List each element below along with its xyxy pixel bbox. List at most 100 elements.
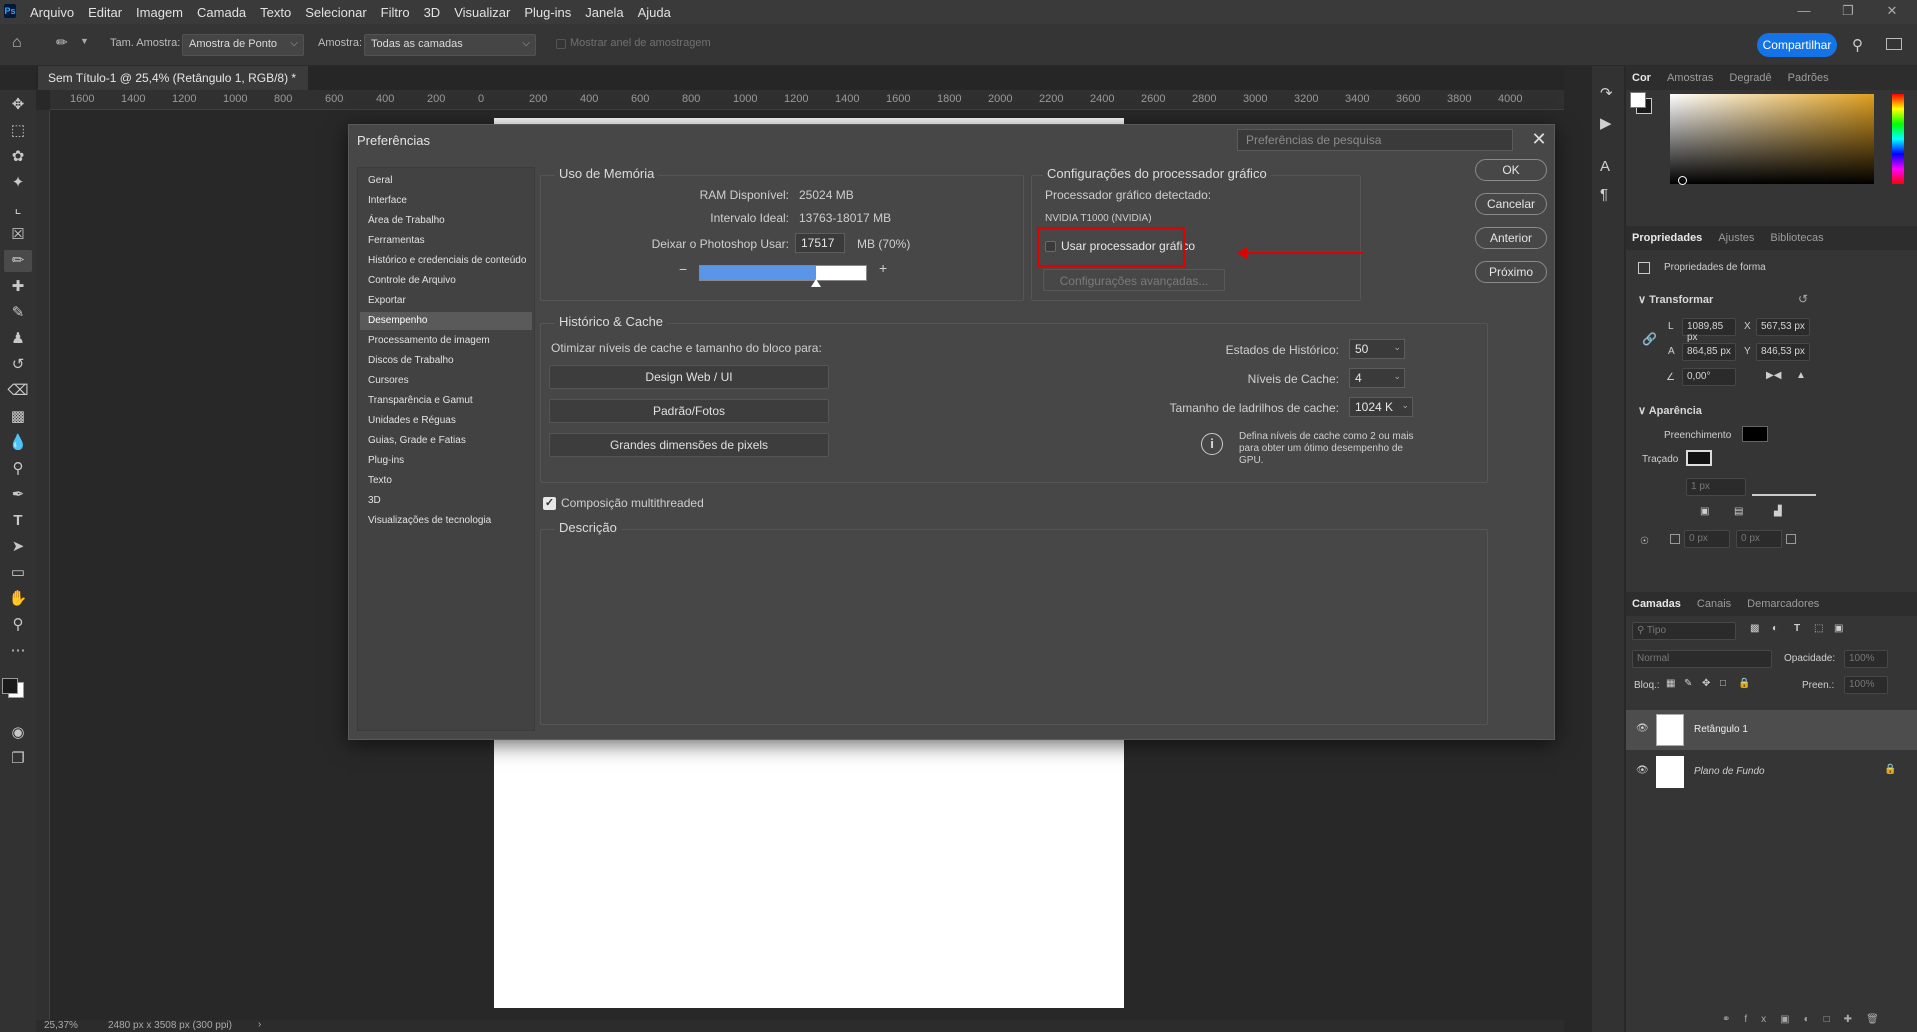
large-pixel-dimensions-button[interactable]: Grandes dimensões de pixels — [549, 433, 829, 457]
menu-filtro[interactable]: Filtro — [381, 5, 410, 20]
lock-position-icon[interactable]: ✥ — [1702, 678, 1710, 689]
actions-panel-icon[interactable]: ▶ — [1600, 114, 1612, 132]
lock-transparency-icon[interactable]: ▦ — [1666, 678, 1675, 689]
menu-janela[interactable]: Janela — [585, 5, 623, 20]
eyedropper-tool-icon[interactable]: ✏ — [4, 250, 32, 272]
blend-mode-select[interactable]: Normal — [1632, 650, 1772, 668]
sample-size-select[interactable]: Amostra de Ponto ⌵ — [182, 34, 304, 56]
y-field[interactable]: 846,53 px — [1756, 343, 1810, 361]
category-item[interactable]: Guias, Grade e Fatias — [360, 432, 532, 450]
menu-camada[interactable]: Camada — [197, 5, 246, 20]
color-picker-ring[interactable] — [1678, 176, 1687, 185]
menu-arquivo[interactable]: Arquivo — [30, 5, 74, 20]
color-field[interactable] — [1670, 94, 1874, 184]
next-button[interactable]: Próximo — [1475, 261, 1547, 283]
brush-tool-icon[interactable]: ✎ — [4, 302, 32, 324]
lock-pixels-icon[interactable]: ✎ — [1684, 678, 1692, 689]
fill-swatch[interactable] — [1742, 426, 1768, 442]
filter-shape-icon[interactable]: ⬚ — [1814, 623, 1823, 634]
screen-mode-icon[interactable]: ❐ — [4, 748, 32, 770]
category-item[interactable]: Ferramentas — [360, 232, 532, 250]
memory-slider-track[interactable] — [699, 265, 867, 281]
move-tool-icon[interactable]: ✥ — [4, 94, 32, 116]
document-tab[interactable]: Sem Título-1 @ 25,4% (Retângulo 1, RGB/8… — [38, 66, 308, 109]
stroke-swatch[interactable] — [1686, 450, 1712, 466]
fill-opacity-field[interactable]: 100% — [1844, 676, 1888, 694]
eyedropper-tool-icon[interactable]: ✏ — [56, 34, 68, 51]
layer-filter-input[interactable]: ⚲ Tipo — [1632, 622, 1736, 640]
hand-tool-icon[interactable]: ✋ — [4, 588, 32, 610]
show-ring-checkbox[interactable] — [556, 39, 566, 49]
character-panel-icon[interactable]: A — [1600, 158, 1610, 175]
hue-slider[interactable] — [1892, 94, 1904, 184]
rectangle-tool-icon[interactable]: ▭ — [4, 562, 32, 584]
gradient-tool-icon[interactable]: ▩ — [4, 406, 32, 428]
menu-plugins[interactable]: Plug-ins — [524, 5, 571, 20]
align-stroke-icon[interactable]: ▣ — [1700, 506, 1709, 517]
stroke-size-field[interactable]: 1 px — [1686, 478, 1746, 496]
memory-use-input[interactable]: 17517 — [795, 233, 845, 253]
flip-vertical-icon[interactable]: ▲ — [1796, 370, 1806, 381]
layer-name[interactable]: Retângulo 1 — [1694, 724, 1748, 735]
height-field[interactable]: 864,85 px — [1682, 343, 1736, 361]
menu-ajuda[interactable]: Ajuda — [638, 5, 671, 20]
category-item[interactable]: Controle de Arquivo — [360, 272, 532, 290]
eraser-tool-icon[interactable]: ⌫ — [4, 380, 32, 402]
tool-preset-chevron-icon[interactable]: ▼ — [80, 36, 89, 46]
category-item[interactable]: Histórico e credenciais de conteúdo — [360, 252, 532, 270]
stroke-corners-icon[interactable]: ▟ — [1774, 506, 1782, 517]
category-item[interactable]: Discos de Trabalho — [360, 352, 532, 370]
home-icon[interactable]: ⌂ — [12, 34, 22, 52]
filter-smart-icon[interactable]: ▣ — [1834, 623, 1843, 634]
tab-adjustments[interactable]: Ajustes — [1718, 232, 1754, 244]
tab-libraries[interactable]: Bibliotecas — [1770, 232, 1823, 244]
increase-memory-icon[interactable]: + — [879, 260, 887, 276]
close-window-icon[interactable]: ✕ — [1872, 0, 1912, 24]
document-info[interactable]: 2480 px x 3508 px (300 ppi) — [108, 1020, 232, 1031]
lasso-tool-icon[interactable]: ✿ — [4, 146, 32, 168]
quick-mask-icon[interactable]: ◉ — [4, 722, 32, 744]
crop-tool-icon[interactable]: ⌞ — [4, 198, 32, 220]
status-chevron-icon[interactable]: › — [258, 1019, 261, 1030]
category-item[interactable]: 3D — [360, 492, 532, 510]
design-web-ui-button[interactable]: Design Web / UI — [549, 365, 829, 389]
category-item[interactable]: Área de Trabalho — [360, 212, 532, 230]
filter-type-icon[interactable]: T — [1794, 623, 1800, 634]
flip-horizontal-icon[interactable]: ▶◀ — [1766, 370, 1781, 381]
restore-icon[interactable]: ❐ — [1828, 0, 1868, 24]
layer-row[interactable]: 👁 Retângulo 1 — [1626, 710, 1917, 750]
category-item[interactable]: Interface — [360, 192, 532, 210]
stroke-type-select[interactable] — [1752, 478, 1816, 496]
advanced-settings-button[interactable]: Configurações avançadas... — [1043, 269, 1225, 291]
history-states-input[interactable]: 50 ⌄ — [1349, 339, 1405, 359]
layer-name[interactable]: Plano de Fundo — [1694, 766, 1765, 777]
lock-all-icon[interactable]: 🔒 — [1738, 678, 1750, 689]
marquee-tool-icon[interactable]: ⬚ — [4, 120, 32, 142]
ok-button[interactable]: OK — [1475, 159, 1547, 181]
width-field[interactable]: 1089,85 px — [1682, 318, 1736, 343]
background-color-swatch[interactable] — [2, 678, 18, 694]
zoom-level[interactable]: 25,37% — [44, 1020, 78, 1031]
opacity-field[interactable]: 100% — [1844, 650, 1888, 668]
decrease-memory-icon[interactable]: − — [679, 261, 687, 277]
tab-channels[interactable]: Canais — [1697, 598, 1731, 610]
lock-artboard-icon[interactable]: □ — [1720, 678, 1726, 689]
path-selection-tool-icon[interactable]: ➤ — [4, 536, 32, 558]
tab-swatches[interactable]: Amostras — [1667, 72, 1713, 84]
category-item[interactable]: Exportar — [360, 292, 532, 310]
multithread-checkbox[interactable]: ✓ — [543, 497, 556, 510]
angle-field[interactable]: 0,00° — [1682, 368, 1736, 386]
cancel-button[interactable]: Cancelar — [1475, 193, 1547, 215]
history-brush-tool-icon[interactable]: ↺ — [4, 354, 32, 376]
previous-button[interactable]: Anterior — [1475, 227, 1547, 249]
category-item[interactable]: Geral — [360, 172, 532, 190]
paragraph-panel-icon[interactable]: ¶ — [1600, 186, 1608, 203]
category-item[interactable]: Processamento de imagem — [360, 332, 532, 350]
filter-adjustment-icon[interactable]: ◐ — [1772, 623, 1778, 634]
category-item[interactable]: Unidades e Réguas — [360, 412, 532, 430]
menu-editar[interactable]: Editar — [88, 5, 122, 20]
corner-radius-field-2[interactable]: 0 px — [1736, 530, 1782, 548]
reset-transform-icon[interactable]: ↺ — [1798, 292, 1808, 306]
visibility-eye-icon[interactable]: 👁 — [1636, 765, 1649, 776]
link-icon[interactable]: 🔗 — [1642, 332, 1657, 346]
